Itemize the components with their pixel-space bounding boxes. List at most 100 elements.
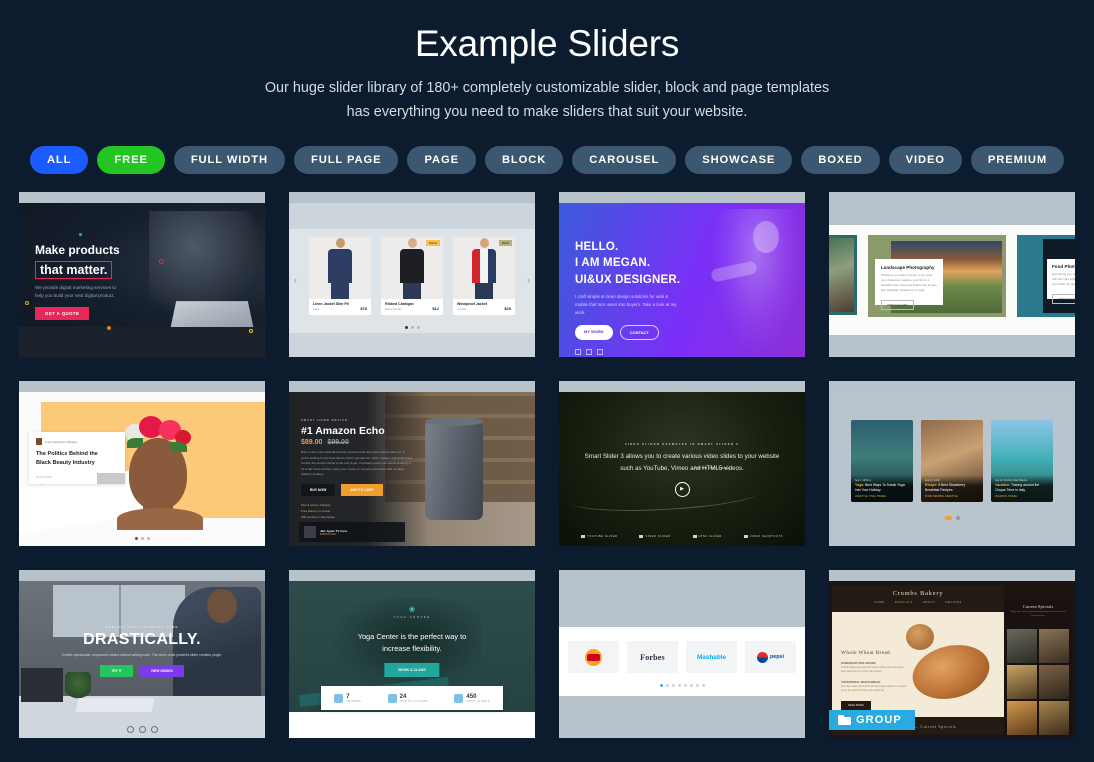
specials-paragraph: Every day a fresh, great-tasting selecti… [1010, 611, 1066, 617]
specials-tile [1007, 701, 1037, 736]
stat-number: 7 [346, 693, 350, 700]
brand-logo-icon: ❀ YOGA CENTER [289, 605, 535, 619]
template-card-photography-showcase[interactable]: Landscape Photography Whatever you field… [829, 192, 1075, 358]
stat-item: 450 HAPPY CLIENTS [454, 693, 489, 703]
template-card-beauty-blog[interactable]: Kristi Campbell in Beauty The Politics B… [19, 381, 265, 547]
specials-tile [1039, 665, 1069, 700]
leaf [127, 438, 143, 449]
carousel-dot [689, 684, 693, 688]
filter-pill-video[interactable]: VIDEO [888, 146, 962, 175]
carousel-prev-arrow: ‹ [294, 275, 297, 286]
brand-logo-text: YOGA CENTER [393, 615, 431, 620]
post-tags: VACATION, TRAVEL [995, 495, 1018, 499]
carousel-dot [404, 326, 408, 330]
video-type-label: YOUTUBE SLIDER [586, 535, 618, 539]
card-preview: Forbes Mashable pepsi [559, 581, 805, 739]
slide-caption-card: Food Photography Everything you shoot wi… [1047, 259, 1075, 305]
carousel-dot [659, 684, 663, 688]
model-silhouette [328, 238, 352, 300]
headline: DRASTICALLY. [83, 631, 201, 649]
page-title: Example Sliders [414, 23, 680, 64]
blog-headline-line-2: Black Beauty Industry [36, 459, 95, 466]
filter-pill-page[interactable]: PAGE [407, 146, 476, 175]
card-preview: Sep 1, 2019 by Yoga: Best Ways To Sneak … [829, 392, 1075, 547]
template-card-video-slider[interactable]: VIDEO SLIDER EXAMPLES IN SMART SLIDER 3 … [559, 381, 805, 547]
filter-pill-premium[interactable]: PREMIUM [970, 146, 1065, 175]
bakery-subheading-1: HANDSELECTED GRAINS [841, 661, 876, 666]
video-type-item: YOUTUBE SLIDER [580, 535, 618, 539]
post-title-prefix: Recipe: [925, 482, 938, 487]
filter-pill-full-page[interactable]: FULL PAGE [293, 146, 399, 175]
logo-cell: pepsi [745, 641, 796, 674]
carousel-dot [683, 684, 687, 688]
filter-pill-full-width[interactable]: FULL WIDTH [173, 146, 285, 175]
template-card-blog-cards-carousel[interactable]: Sep 1, 2019 by Yoga: Best Ways To Sneak … [829, 381, 1075, 547]
video-type-item: VIDEO SHORTCUTS [743, 535, 783, 539]
card-browser-bar [289, 570, 535, 582]
facebook-icon [126, 726, 134, 734]
template-card-amazon-echo[interactable]: SMART HOME DEVICE #1 Amazon Echo $89.00 … [289, 381, 535, 547]
filter-pill-all[interactable]: ALL [29, 146, 89, 175]
blog-caption-card: Kristi Campbell in Beauty The Politics B… [29, 432, 125, 485]
template-card-yoga-center[interactable]: ❀ YOGA CENTER Yoga Center is the perfect… [289, 570, 535, 739]
filter-pill-boxed[interactable]: BOXED [801, 146, 880, 175]
headline: Yoga Center is the perfect way to increa… [289, 631, 535, 655]
food-slide: Food Photography Everything you shoot wi… [1017, 235, 1075, 318]
eyebrow-label: REDUCE DEVELOPMENT TIME [105, 625, 179, 630]
logo-cell: Mashable [686, 641, 737, 674]
carousel-dot [677, 684, 681, 688]
facebook-icon [575, 348, 581, 355]
menu-item: HOME [874, 601, 885, 605]
template-card-crumbs-bakery[interactable]: Current Specials Every day a fresh, grea… [829, 570, 1075, 739]
showcase-slide-right: Food Photography Everything you shoot wi… [1017, 235, 1075, 318]
carousel-dot [146, 537, 150, 541]
slide-paragraph: Whatever you field of work, if you want … [881, 273, 937, 293]
specials-tile [1039, 701, 1069, 736]
product-list: Linen Jacket Slim Fit Zara $78 SALE Ribb… [301, 237, 523, 316]
carousel-dot [416, 326, 420, 330]
stat-text: 7 TRAINERS [346, 694, 361, 703]
stat-text: 24 MONTHLY CLASSES [400, 694, 428, 703]
card-preview: HELLO. I AM MEGAN. UI&UX DESIGNER. I cra… [559, 203, 805, 358]
pepsi-wordmark: pepsi [769, 654, 785, 661]
product-image [309, 237, 371, 300]
specials-panel: Current Specials Every day a fresh, grea… [1004, 599, 1072, 736]
video-type-label: VIMEO SLIDER [645, 535, 671, 539]
post-card: Sep 1, 2019 by Yoga: Best Ways To Sneak … [851, 420, 913, 503]
template-card-logo-carousel[interactable]: Forbes Mashable pepsi [559, 570, 805, 739]
slide-title: Food Photography [1052, 264, 1075, 270]
speaker-top [425, 417, 483, 427]
template-card-make-products[interactable]: Make products that matter. We provide di… [19, 192, 265, 358]
filter-pill-bar: ALL FREE FULL WIDTH FULL PAGE PAGE BLOCK… [0, 146, 1094, 175]
author-row: Kristi Campbell in Beauty [36, 438, 118, 446]
video-headline: Smart Slider 3 allows you to create vari… [584, 453, 780, 472]
bakery-brand: Crumbs Bakery [892, 590, 944, 598]
secondary-button: VIEW DEMOS [139, 664, 184, 677]
template-card-drastically[interactable]: REDUCE DEVELOPMENT TIME DRASTICALLY. Cre… [19, 570, 265, 739]
page-header: Example Sliders Our huge slider library … [0, 0, 1094, 124]
stat-label: TRAINERS [346, 700, 362, 703]
portrait-slide [829, 235, 857, 316]
bakery-subheading-2: TRADITIONAL WHITE BREAD [841, 679, 881, 684]
menu-item: RECIPES [945, 601, 962, 605]
template-card-megan-uiux[interactable]: HELLO. I AM MEGAN. UI&UX DESIGNER. I cra… [559, 192, 805, 358]
twitter-icon [586, 348, 592, 355]
landscape-slide: Landscape Photography Whatever you field… [868, 235, 1006, 318]
filter-pill-free[interactable]: FREE [97, 146, 165, 175]
paragraph: Echo is the voice controlled device powe… [301, 450, 413, 477]
filter-pill-carousel[interactable]: CAROUSEL [572, 146, 677, 175]
card-browser-bar [829, 192, 1075, 204]
post-date: Aug 12, 2019 by Kate Willems [995, 478, 1028, 482]
paragraph: Create spectacular, responsive sliders w… [61, 653, 223, 658]
video-type-label: VIDEO SHORTCUTS [749, 535, 783, 539]
carousel-dot [695, 684, 699, 688]
filter-pill-showcase[interactable]: SHOWCASE [685, 146, 793, 175]
trainer-icon [334, 693, 344, 703]
headline-line-1: Yoga Center is the perfect way to [357, 632, 467, 642]
post-card: Aug 24, 2019 Recipe: 5 Best Strawberry B… [921, 420, 983, 503]
product-price: $78 [360, 306, 367, 312]
template-card-fashion-carousel[interactable]: ‹ › Linen Jacket Slim Fit Zara $78 SALE … [289, 192, 535, 358]
filter-pill-block[interactable]: BLOCK [484, 146, 564, 175]
author-name: Kristi Campbell in Beauty [45, 439, 78, 444]
bakery-hero: Whole Wheat Bread HANDSELECTED GRAINS Fr… [832, 612, 1004, 718]
